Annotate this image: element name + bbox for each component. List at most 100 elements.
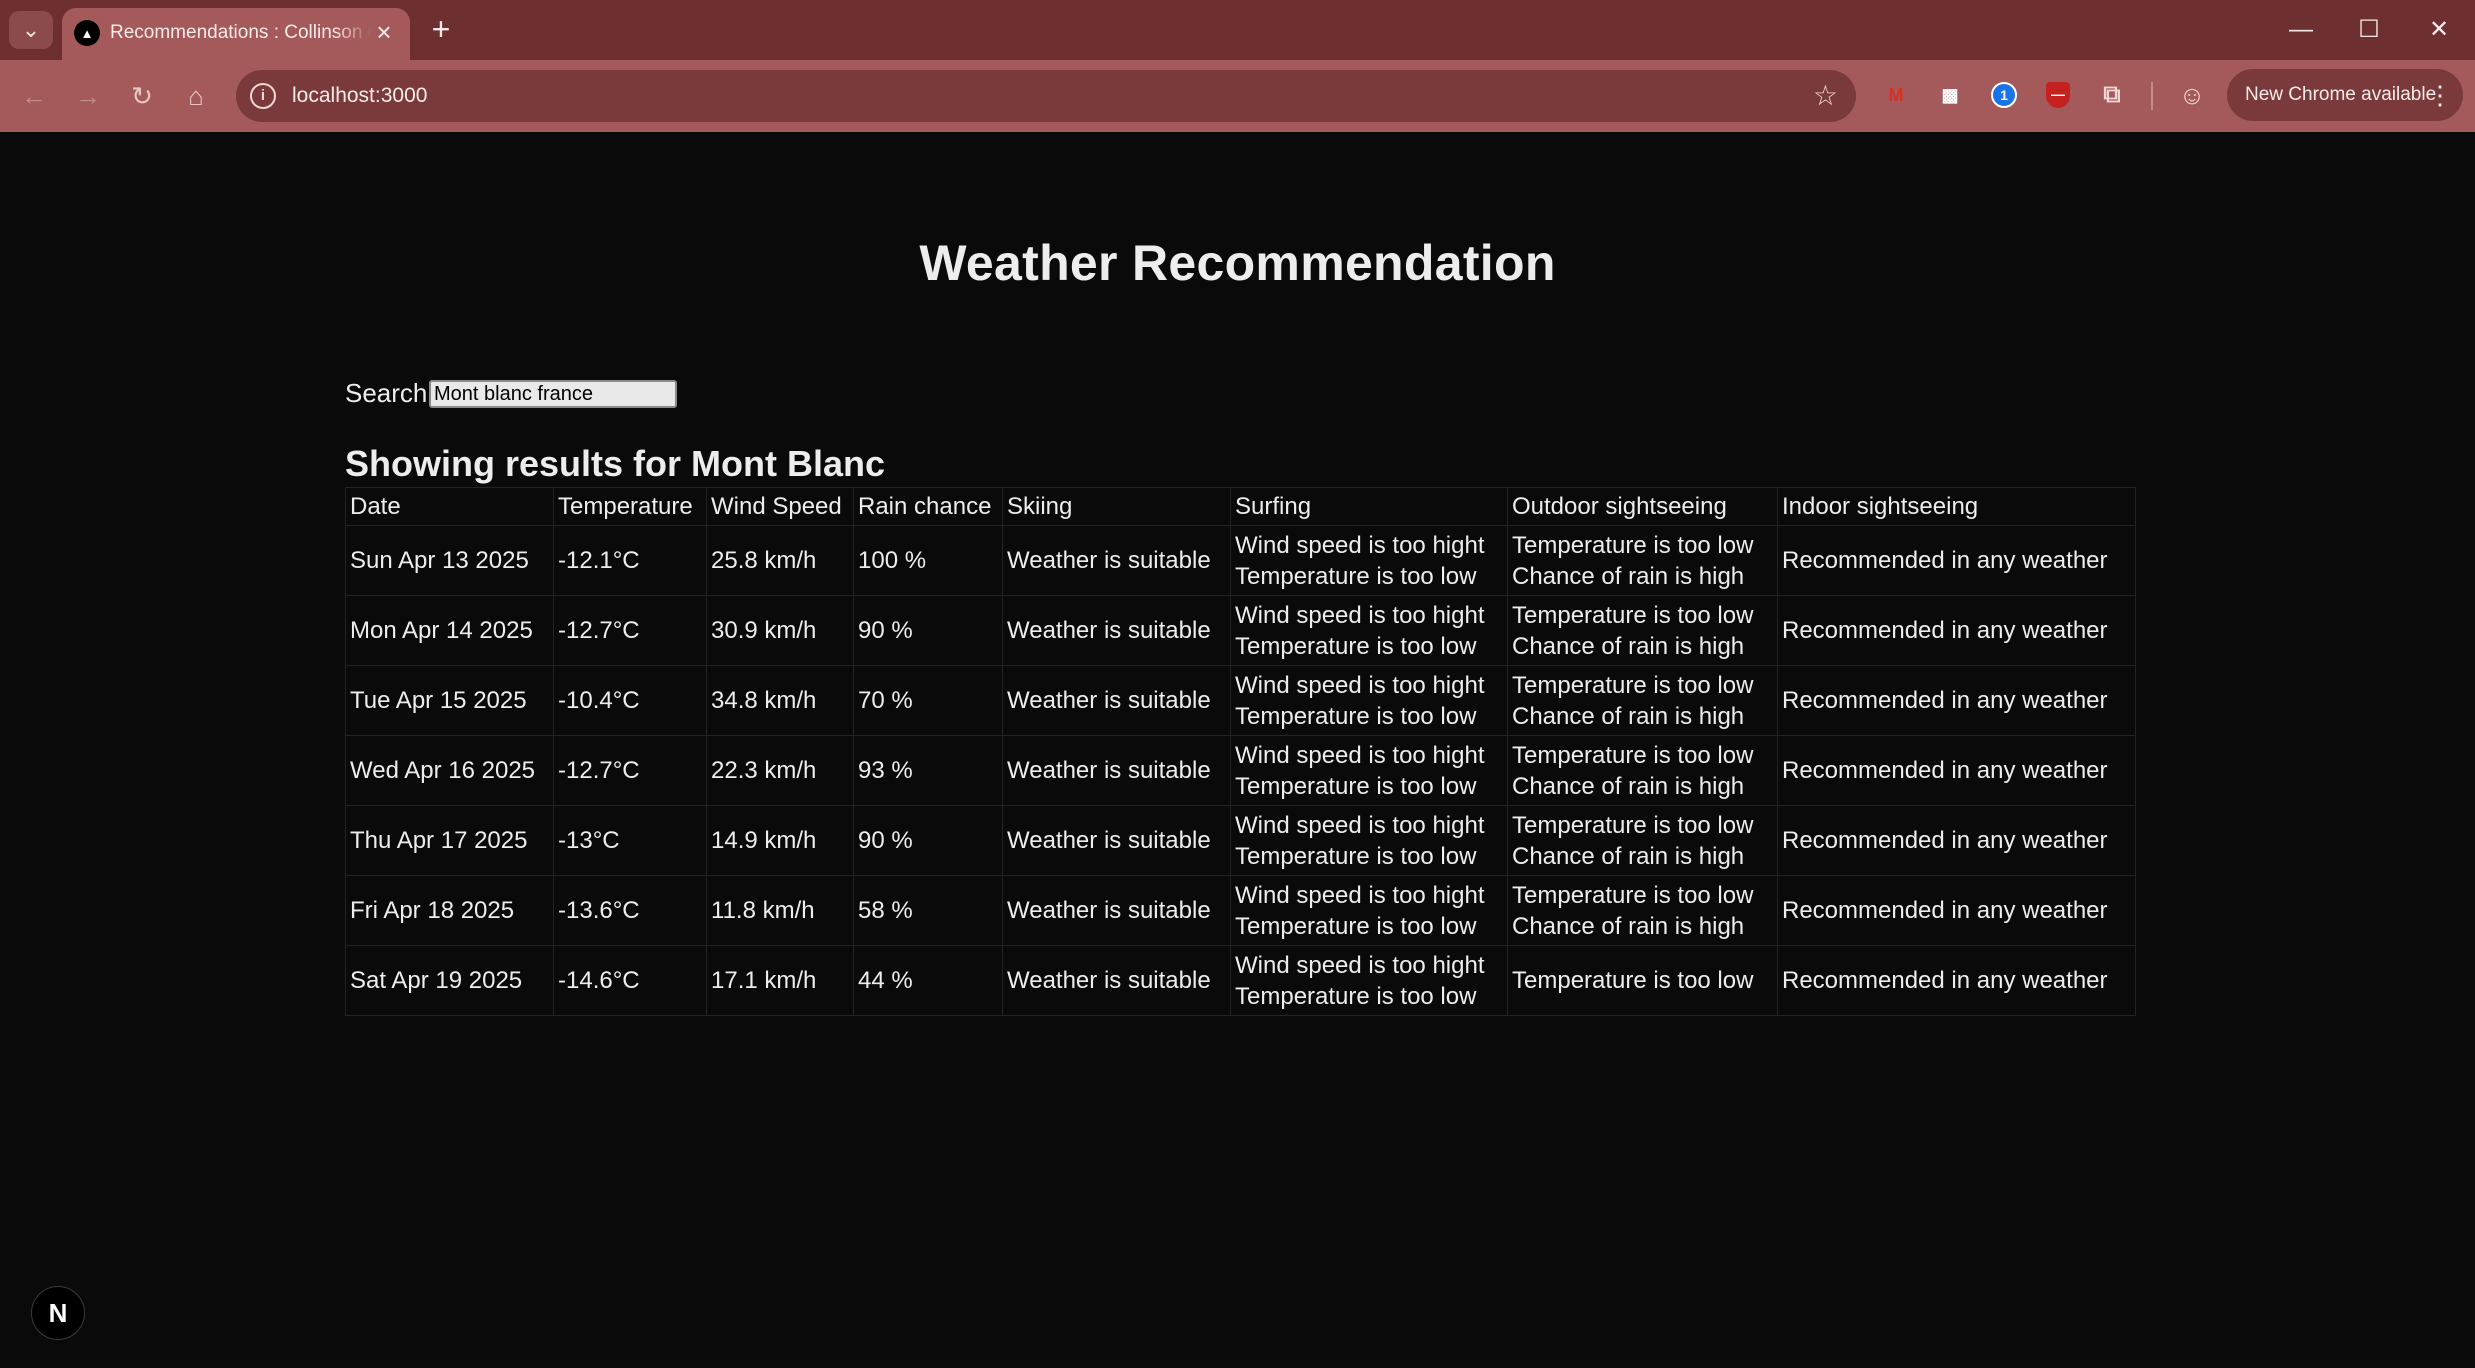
cell-skiing: Weather is suitable — [1002, 875, 1231, 946]
cell-indoor-sightseeing: Recommended in any weather — [1777, 875, 2136, 946]
cell-rain-chance: 93 % — [853, 735, 1003, 806]
cell-surfing-line-2: Temperature is too low — [1235, 982, 1477, 1010]
cell-surfing-line-2: Temperature is too low — [1235, 842, 1477, 870]
cell-date: Wed Apr 16 2025 — [345, 735, 554, 806]
search-input[interactable] — [429, 380, 677, 408]
cell-date: Mon Apr 14 2025 — [345, 595, 554, 666]
cell-rain-chance: 58 % — [853, 875, 1003, 946]
cell-outdoor-sightseeing-line-2: Chance of rain is high — [1512, 702, 1745, 730]
cell-outdoor-sightseeing-line-2: Chance of rain is high — [1512, 842, 1745, 870]
new-tab-button[interactable]: + — [424, 13, 458, 47]
home-icon[interactable]: ⌂ — [176, 76, 216, 116]
active-tab[interactable]: ▲ Recommendations : Collinson g × — [62, 8, 410, 60]
cell-skiing: Weather is suitable — [1002, 805, 1231, 876]
cell-outdoor-sightseeing-line-2: Chance of rain is high — [1512, 632, 1745, 660]
close-window-button[interactable]: ✕ — [2416, 10, 2462, 50]
table-row: Thu Apr 17 2025 -13°C 14.9 km/h 90 % Weather… — [345, 805, 2136, 876]
maximize-button[interactable]: ☐ — [2346, 10, 2392, 50]
cell-skiing: Weather is suitable — [1002, 525, 1231, 596]
cell-skiing: Weather is suitable — [1002, 595, 1231, 666]
cell-outdoor-sightseeing-line-1: Temperature is too low — [1512, 881, 1754, 909]
gmail-extension-icon[interactable]: M — [1879, 78, 1913, 112]
toolbar-divider — [2151, 82, 2153, 110]
cell-surfing-line-2: Temperature is too low — [1235, 632, 1477, 660]
cell-surfing-line-1: Wind speed is too hight — [1235, 601, 1485, 629]
cell-wind-speed: 25.8 km/h — [706, 525, 854, 596]
site-info-icon[interactable]: i — [250, 83, 276, 109]
cell-wind-speed: 22.3 km/h — [706, 735, 854, 806]
cell-rain-chance: 90 % — [853, 595, 1003, 666]
cell-outdoor-sightseeing-line-1: Temperature is too low — [1512, 671, 1754, 699]
cell-surfing: Wind speed is too hight Temperature is to… — [1230, 805, 1508, 876]
update-label: New Chrome available — [2245, 84, 2437, 105]
cell-date: Sun Apr 13 2025 — [345, 525, 554, 596]
column-header-skiing: Skiing — [1002, 487, 1231, 526]
cell-indoor-sightseeing: Recommended in any weather — [1777, 805, 2136, 876]
password-manager-extension-icon[interactable]: 1 — [1987, 78, 2021, 112]
cell-skiing: Weather is suitable — [1002, 735, 1231, 806]
cell-surfing-line-2: Temperature is too low — [1235, 772, 1477, 800]
column-header-temperature: Temperature — [553, 487, 707, 526]
cell-temperature: -12.1°C — [553, 525, 707, 596]
cell-outdoor-sightseeing: Temperature is too low Chance of rain is … — [1507, 665, 1778, 736]
cell-surfing: Wind speed is too hight Temperature is to… — [1230, 945, 1508, 1016]
cell-wind-speed: 14.9 km/h — [706, 805, 854, 876]
back-arrow-icon[interactable]: ← — [14, 76, 54, 116]
qr-code-extension-icon[interactable]: ▩ — [1933, 78, 1967, 112]
reload-icon[interactable]: ↻ — [122, 76, 162, 116]
cell-outdoor-sightseeing-line-1: Temperature is too low — [1512, 601, 1754, 629]
cell-surfing-line-1: Wind speed is too hight — [1235, 671, 1485, 699]
cell-temperature: -10.4°C — [553, 665, 707, 736]
tab-search-button[interactable]: ⌄ — [9, 11, 53, 49]
table-row: Mon Apr 14 2025 -12.7°C 30.9 km/h 90 % Weath… — [345, 595, 2136, 666]
kebab-menu-icon[interactable]: ⋮ — [2427, 79, 2453, 111]
cell-surfing-line-2: Temperature is too low — [1235, 702, 1477, 730]
cell-surfing-line-1: Wind speed is too hight — [1235, 951, 1485, 979]
table-body: Sun Apr 13 2025 -12.1°C 25.8 km/h 100 % Weat… — [345, 525, 2136, 1016]
table-row: Sat Apr 19 2025 -14.6°C 17.1 km/h 44 % Weath… — [345, 945, 2136, 1016]
close-tab-icon[interactable]: × — [370, 18, 398, 46]
nextjs-dev-tools-button[interactable]: N — [31, 1286, 85, 1340]
bookmark-star-icon[interactable]: ☆ — [1813, 80, 1838, 112]
extensions-puzzle-icon[interactable]: ⧉ — [2095, 78, 2129, 112]
cell-surfing: Wind speed is too hight Temperature is to… — [1230, 665, 1508, 736]
cell-outdoor-sightseeing-line-1: Temperature is too low — [1512, 811, 1754, 839]
cell-surfing: Wind speed is too hight Temperature is to… — [1230, 875, 1508, 946]
address-bar[interactable]: i localhost:3000 ☆ — [236, 70, 1856, 122]
column-header-date: Date — [345, 487, 554, 526]
cell-surfing-line-1: Wind speed is too hight — [1235, 741, 1485, 769]
tab-title: Recommendations : Collinson g — [110, 22, 372, 43]
cell-outdoor-sightseeing: Temperature is too low Chance of rain is … — [1507, 525, 1778, 596]
table-row: Sun Apr 13 2025 -12.1°C 25.8 km/h 100 % Weat… — [345, 525, 2136, 596]
minimize-button[interactable]: — — [2278, 10, 2324, 50]
cell-indoor-sightseeing: Recommended in any weather — [1777, 595, 2136, 666]
cell-outdoor-sightseeing: Temperature is too low — [1507, 945, 1778, 1016]
nextjs-favicon-icon: ▲ — [74, 20, 100, 46]
column-header-rain-chance: Rain chance — [853, 487, 1003, 526]
column-header-wind-speed: Wind Speed — [706, 487, 854, 526]
cell-indoor-sightseeing: Recommended in any weather — [1777, 945, 2136, 1016]
cell-outdoor-sightseeing-line-2: Chance of rain is high — [1512, 562, 1745, 590]
cell-surfing-line-1: Wind speed is too hight — [1235, 881, 1485, 909]
cell-surfing: Wind speed is too hight Temperature is to… — [1230, 595, 1508, 666]
cell-outdoor-sightseeing-line-1: Temperature is too low — [1512, 531, 1754, 559]
search-label: Search — [345, 378, 428, 408]
address-url[interactable]: localhost:3000 — [292, 83, 427, 109]
cell-surfing-line-1: Wind speed is too hight — [1235, 811, 1485, 839]
cell-outdoor-sightseeing-line-1: Temperature is too low — [1512, 741, 1754, 769]
cell-rain-chance: 70 % — [853, 665, 1003, 736]
profile-icon[interactable]: ☺ — [2175, 78, 2209, 112]
table-row: Tue Apr 15 2025 -10.4°C 34.8 km/h 70 % Weath… — [345, 665, 2136, 736]
cell-outdoor-sightseeing-line-2: Chance of rain is high — [1512, 772, 1745, 800]
shield-extension-icon[interactable]: — — [2041, 78, 2075, 112]
table-header-row: Date Temperature Wind Speed Rain chance … — [345, 487, 2136, 526]
cell-rain-chance: 100 % — [853, 525, 1003, 596]
cell-outdoor-sightseeing-line-2: Chance of rain is high — [1512, 912, 1745, 940]
new-chrome-available-button[interactable]: New Chrome available ⋮ — [2227, 69, 2463, 121]
forward-arrow-icon[interactable]: → — [68, 76, 108, 116]
cell-outdoor-sightseeing: Temperature is too low Chance of rain is … — [1507, 735, 1778, 806]
cell-surfing-line-2: Temperature is too low — [1235, 912, 1477, 940]
cell-outdoor-sightseeing: Temperature is too low Chance of rain is … — [1507, 595, 1778, 666]
cell-surfing-line-1: Wind speed is too hight — [1235, 531, 1485, 559]
cell-temperature: -13°C — [553, 805, 707, 876]
